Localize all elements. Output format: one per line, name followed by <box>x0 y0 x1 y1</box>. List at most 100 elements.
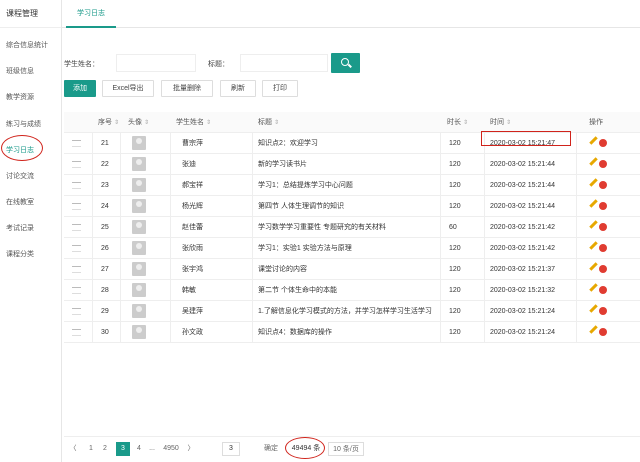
row-duration: 120 <box>449 203 461 210</box>
header-no[interactable]: 序号 ⇕ <box>98 112 119 133</box>
sidebar-item-resources[interactable]: 教学资源 <box>0 92 62 102</box>
tab-learning-log[interactable]: 学习日志 <box>66 0 116 28</box>
page-3-current[interactable]: 3 <box>116 442 130 456</box>
edit-icon[interactable] <box>589 136 598 145</box>
delete-icon[interactable] <box>599 139 607 147</box>
avatar <box>132 220 146 234</box>
row-student-name: 孙文政 <box>182 329 203 336</box>
page-last[interactable]: 4950 <box>160 442 182 456</box>
delete-icon[interactable] <box>599 244 607 252</box>
row-checkbox[interactable] <box>72 245 81 252</box>
sidebar-title: 课程管理 <box>0 0 61 28</box>
row-time: 2020-03-02 15:21:24 <box>490 329 555 336</box>
delete-icon[interactable] <box>599 223 607 231</box>
table-row: 23 郝宝祥 学习1：总结提炼学习中心问题 120 2020-03-02 15:21:4… <box>64 175 640 196</box>
sidebar-item-exams[interactable]: 考试记录 <box>0 223 62 233</box>
row-time: 2020-03-02 15:21:42 <box>490 224 555 231</box>
row-duration: 60 <box>449 224 457 231</box>
row-duration: 120 <box>449 140 461 147</box>
row-duration: 120 <box>449 161 461 168</box>
row-checkbox[interactable] <box>72 329 81 336</box>
sidebar-item-overview[interactable]: 综合信息统计 <box>0 40 62 50</box>
goto-page-input[interactable]: 3 <box>222 442 240 456</box>
edit-icon[interactable] <box>589 241 598 250</box>
page-2[interactable]: 2 <box>100 442 110 456</box>
row-time: 2020-03-02 15:21:44 <box>490 182 555 189</box>
delete-icon[interactable] <box>599 160 607 168</box>
edit-icon[interactable] <box>589 325 598 334</box>
row-checkbox[interactable] <box>72 161 81 168</box>
title-label: 标题： <box>208 61 229 68</box>
row-checkbox[interactable] <box>72 182 81 189</box>
row-title: 学习1：实验1 实验方法与原理 <box>258 245 352 252</box>
excel-export-button[interactable]: Excel导出 <box>102 80 154 97</box>
row-number: 29 <box>101 308 109 315</box>
header-time[interactable]: 时间 ⇕ <box>490 112 511 133</box>
row-checkbox[interactable] <box>72 224 81 231</box>
row-student-name: 郝宝祥 <box>182 182 203 189</box>
edit-icon[interactable] <box>589 283 598 292</box>
row-student-name: 韩敏 <box>182 287 196 294</box>
sidebar-item-discussion[interactable]: 讨论交流 <box>0 171 62 181</box>
row-checkbox[interactable] <box>72 308 81 315</box>
delete-icon[interactable] <box>599 265 607 273</box>
table-row: 27 张宇鸿 课堂讨论的内容 120 2020-03-02 15:21:37 <box>64 259 640 280</box>
title-input[interactable] <box>240 54 328 72</box>
sidebar-item-classroom[interactable]: 在线教室 <box>0 197 62 207</box>
header-title[interactable]: 标题 ⇕ <box>258 112 279 133</box>
header-avatar[interactable]: 头像 ⇕ <box>128 112 149 133</box>
row-duration: 120 <box>449 287 461 294</box>
edit-icon[interactable] <box>589 157 598 166</box>
edit-icon[interactable] <box>589 199 598 208</box>
page-1[interactable]: 1 <box>86 442 96 456</box>
row-number: 26 <box>101 245 109 252</box>
row-checkbox[interactable] <box>72 266 81 273</box>
table-row: 22 张迪 新的学习读书片 120 2020-03-02 15:21:44 <box>64 154 640 175</box>
goto-confirm-button[interactable]: 确定 <box>260 442 282 456</box>
row-time: 2020-03-02 15:21:42 <box>490 245 555 252</box>
student-name-input[interactable] <box>116 54 196 72</box>
row-checkbox[interactable] <box>72 140 81 147</box>
avatar <box>132 325 146 339</box>
delete-icon[interactable] <box>599 328 607 336</box>
delete-icon[interactable] <box>599 202 607 210</box>
add-button[interactable]: 添加 <box>64 80 96 97</box>
row-duration: 120 <box>449 308 461 315</box>
sidebar-item-class[interactable]: 班级信息 <box>0 66 62 76</box>
edit-icon[interactable] <box>589 178 598 187</box>
edit-icon[interactable] <box>589 262 598 271</box>
refresh-button[interactable]: 刷新 <box>220 80 256 97</box>
next-page-button[interactable]: 〉 <box>186 442 196 456</box>
delete-icon[interactable] <box>599 307 607 315</box>
prev-page-button[interactable]: 〈 <box>68 442 78 456</box>
row-checkbox[interactable] <box>72 203 81 210</box>
row-time: 2020-03-02 15:21:44 <box>490 161 555 168</box>
print-button[interactable]: 打印 <box>262 80 298 97</box>
row-student-name: 张宇鸿 <box>182 266 203 273</box>
table-row: 24 杨光辉 第四节 人体生理调节的知识 120 2020-03-02 15:21:44 <box>64 196 640 217</box>
table-header: 序号 ⇕ 头像 ⇕ 学生姓名 ⇕ 标题 ⇕ 时长 ⇕ 时间 ⇕ 操作 <box>64 112 640 133</box>
page-4[interactable]: 4 <box>134 442 144 456</box>
delete-icon[interactable] <box>599 181 607 189</box>
page-ellipsis: ... <box>149 445 155 452</box>
delete-icon[interactable] <box>599 286 607 294</box>
page-size-select[interactable]: 10 条/页 <box>328 442 364 456</box>
table-row: 26 张欣雨 学习1：实验1 实验方法与原理 120 2020-03-02 15:21:… <box>64 238 640 259</box>
header-duration[interactable]: 时长 ⇕ <box>447 112 468 133</box>
highlight-box-time <box>481 131 571 146</box>
search-button[interactable] <box>331 53 360 73</box>
header-student[interactable]: 学生姓名 ⇕ <box>176 112 211 133</box>
row-checkbox[interactable] <box>72 287 81 294</box>
row-number: 24 <box>101 203 109 210</box>
sidebar-item-categories[interactable]: 课程分类 <box>0 249 62 259</box>
row-student-name: 张迪 <box>182 161 196 168</box>
edit-icon[interactable] <box>589 220 598 229</box>
edit-icon[interactable] <box>589 304 598 313</box>
highlight-circle-sidebar <box>1 135 43 161</box>
sidebar-item-scores[interactable]: 练习与成绩 <box>0 119 62 129</box>
table-row: 28 韩敏 第二节 个体生命中的本能 120 2020-03-02 15:21:32 <box>64 280 640 301</box>
row-duration: 120 <box>449 182 461 189</box>
row-title: 学习数学学习重要性 专题研究的有关材料 <box>258 224 386 231</box>
tab-bar: 学习日志 <box>62 0 640 28</box>
batch-delete-button[interactable]: 批量删除 <box>161 80 213 97</box>
